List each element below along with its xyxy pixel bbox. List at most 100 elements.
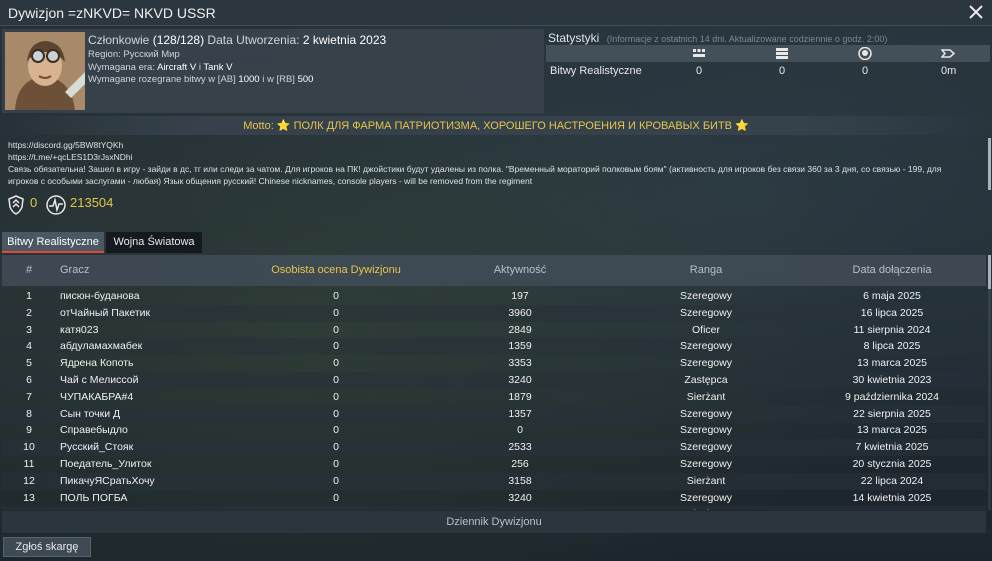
table-row[interactable]: 14 ПАРУЬ_СЧ 0 45 Sierżant 24 marca 2025 xyxy=(2,506,986,510)
player-name: Поедатель_Улиток xyxy=(60,458,152,470)
table-scrollbar[interactable] xyxy=(988,255,991,510)
personal-score: 0 xyxy=(333,491,339,504)
player-name: Сын точки Д xyxy=(60,407,121,420)
activity-value: 3240 xyxy=(508,374,532,386)
row-number: 2 xyxy=(26,306,32,319)
era-label: Wymagana era: xyxy=(88,61,155,73)
activity-value: 3240 xyxy=(508,491,532,504)
personal-score: 0 xyxy=(333,374,339,386)
player-name: Справебыдло xyxy=(60,424,128,437)
table-row[interactable]: 7 ЧУПАКАБРА#4 0 1879 Sierżant 9 października … xyxy=(2,389,986,406)
report-complaint-button[interactable]: Zgłoś skargę xyxy=(3,537,91,557)
header-number[interactable]: # xyxy=(2,264,56,276)
created-value: 2 kwietnia 2023 xyxy=(302,33,387,47)
rank-value: Szeregowy xyxy=(680,290,732,302)
row-number: 11 xyxy=(23,458,35,470)
team-icon xyxy=(775,47,789,60)
personal-score: 0 xyxy=(333,306,339,319)
row-number: 10 xyxy=(23,441,35,454)
members-value: (128/128) xyxy=(152,33,205,47)
squadron-info-text: Członkowie (128/128) Data Utworzenia: 2 … xyxy=(88,33,386,87)
join-date: 11 sierpnia 2024 xyxy=(853,323,931,336)
join-date: 20 stycznia 2025 xyxy=(852,458,932,470)
table-row[interactable]: 4 абдуламахмабек 0 1359 Szeregowy 8 lipca 202… xyxy=(2,338,986,356)
close-icon[interactable] xyxy=(966,2,986,22)
telegram-link: https://t.me/+qcLES1D3rJsxNDhi xyxy=(8,152,133,162)
player-name: Ядрена Копоть xyxy=(60,357,134,370)
personal-score: 0 xyxy=(286,508,386,510)
tab-realistic-battles[interactable]: Bitwy Realistyczne xyxy=(2,232,104,253)
header-rank[interactable]: Ranga xyxy=(656,264,756,276)
table-row[interactable]: 13 ПОЛЬ ПОГБА 0 3240 Szeregowy 14 kwietnia 20… xyxy=(2,490,986,507)
join-date: 13 marca 2025 xyxy=(856,424,928,437)
squadron-info-panel: Członkowie (128/128) Data Utworzenia: 2 … xyxy=(2,29,544,113)
join-date: 30 kwietnia 2023 xyxy=(852,374,932,386)
table-row[interactable]: 3 катя023 0 2849 Oficer 11 sierpnia 2024 xyxy=(2,322,986,339)
row-number: 3 xyxy=(26,323,32,336)
squadron-journal-button[interactable]: Dziennik Dywizjonu xyxy=(2,511,986,533)
join-date: 14 kwietnia 2025 xyxy=(852,491,932,504)
scrollbar-thumb[interactable] xyxy=(988,255,991,289)
region-line: Region: Русский Мир xyxy=(88,49,180,60)
activity-value: 2849 xyxy=(508,323,532,336)
row-number: 13 xyxy=(23,491,35,504)
statistics-note: (Informacje z ostatnich 14 dni. Aktualiz… xyxy=(606,34,888,44)
personal-score: 0 xyxy=(333,390,339,403)
player-name: отЧайный Пакетик xyxy=(60,306,151,319)
personal-score: 0 xyxy=(333,441,339,454)
header-activity[interactable]: Aktywność xyxy=(470,264,570,276)
activity-value: 1357 xyxy=(508,407,532,420)
statistics-row-label: Bitwy Realistyczne xyxy=(550,65,642,77)
player-name: писюн-буданова xyxy=(60,290,140,302)
battles-label: Wymagane rozegrane bitwy w [AB] xyxy=(88,74,236,85)
personal-score: 0 xyxy=(333,458,339,470)
activity-value: 2533 xyxy=(508,441,532,454)
table-row[interactable]: 5 Ядрена Копоть 0 3353 Szeregowy 13 marca 202… xyxy=(2,355,986,372)
row-number: 4 xyxy=(26,340,32,353)
battles-rb-value: 500 xyxy=(297,74,314,85)
table-row[interactable]: 11 Поедатель_Улиток 0 256 Szeregowy 20 styczn… xyxy=(2,456,986,473)
table-row[interactable]: 6 Чай с Мелиссой 0 3240 Zastępca 30 kwietnia … xyxy=(2,372,986,389)
era-separator: i xyxy=(198,61,201,73)
player-name: катя023 xyxy=(60,323,99,336)
table-row[interactable]: 9 Справебыдло 0 0 Szeregowy 13 marca 2025 xyxy=(2,422,986,439)
table-row[interactable]: 1 писюн-буданова 0 197 Szeregowy 6 maja 2025 xyxy=(2,288,986,305)
rank-value: Szeregowy xyxy=(680,441,732,454)
statistics-title: Statystyki (Informacje z ostatnich 14 dn… xyxy=(548,31,887,45)
battles-mid: i w [RB] xyxy=(262,74,295,85)
members-label: Członkowie xyxy=(88,33,150,47)
personal-score: 0 xyxy=(333,474,339,487)
player-name: Чай с Мелиссой xyxy=(60,374,139,386)
window-title: Dywizjon =zNKVD= NKVD USSR xyxy=(8,5,216,21)
rating-value: 0 xyxy=(30,195,38,210)
rank-value: Szeregowy xyxy=(680,306,732,319)
activity-value: 45 xyxy=(470,508,570,510)
table-row[interactable]: 8 Сын точки Д 0 1357 Szeregowy 22 sierpnia 20… xyxy=(2,405,986,423)
row-number: 6 xyxy=(26,374,32,386)
activity-value: 0 xyxy=(517,424,523,437)
stat-value-4: 0m xyxy=(941,65,957,77)
statistics-panel: Statystyki (Informacje z ostatnich 14 dn… xyxy=(546,29,990,113)
tab-world-war[interactable]: Wojna Światowa xyxy=(106,232,202,253)
join-date: 22 lipca 2024 xyxy=(860,474,924,487)
activity-value: 1879 xyxy=(508,390,532,403)
statistics-title-text: Statystyki xyxy=(548,31,600,45)
header-player[interactable]: Gracz xyxy=(60,264,89,276)
table-header: # Gracz Osobista ocena Dywizjonu Aktywno… xyxy=(2,255,986,286)
join-date: 7 kwietnia 2025 xyxy=(855,441,929,454)
join-date: 6 maja 2025 xyxy=(863,290,921,302)
activity-value: 3960 xyxy=(508,306,532,319)
header-join-date[interactable]: Data dołączenia xyxy=(832,264,952,276)
table-row[interactable]: 2 отЧайный Пакетик 0 3960 Szeregowy 16 lipca … xyxy=(2,304,986,322)
table-row[interactable]: 10 Русский_Стояк 0 2533 Szeregowy 7 kwietnia … xyxy=(2,439,986,457)
description-scrollbar[interactable] xyxy=(988,138,991,190)
player-name: ПикачуЯСратьХочу xyxy=(60,474,155,487)
table-row[interactable]: 12 ПикачуЯСратьХочу 0 3158 Sierżant 22 lipca … xyxy=(2,472,986,490)
rank-value: Szeregowy xyxy=(680,407,732,420)
created-label: Data Utworzenia: xyxy=(207,33,300,47)
personal-score: 0 xyxy=(333,424,339,437)
stat-value-3: 0 xyxy=(862,65,869,77)
squadron-motto: Motto: ⭐ ПОЛК ДЛЯ ФАРМА ПАТРИОТИЗМА, ХОР… xyxy=(0,116,992,135)
header-personal-score[interactable]: Osobista ocena Dywizjonu xyxy=(261,264,411,276)
rank-value: Szeregowy xyxy=(680,458,732,470)
